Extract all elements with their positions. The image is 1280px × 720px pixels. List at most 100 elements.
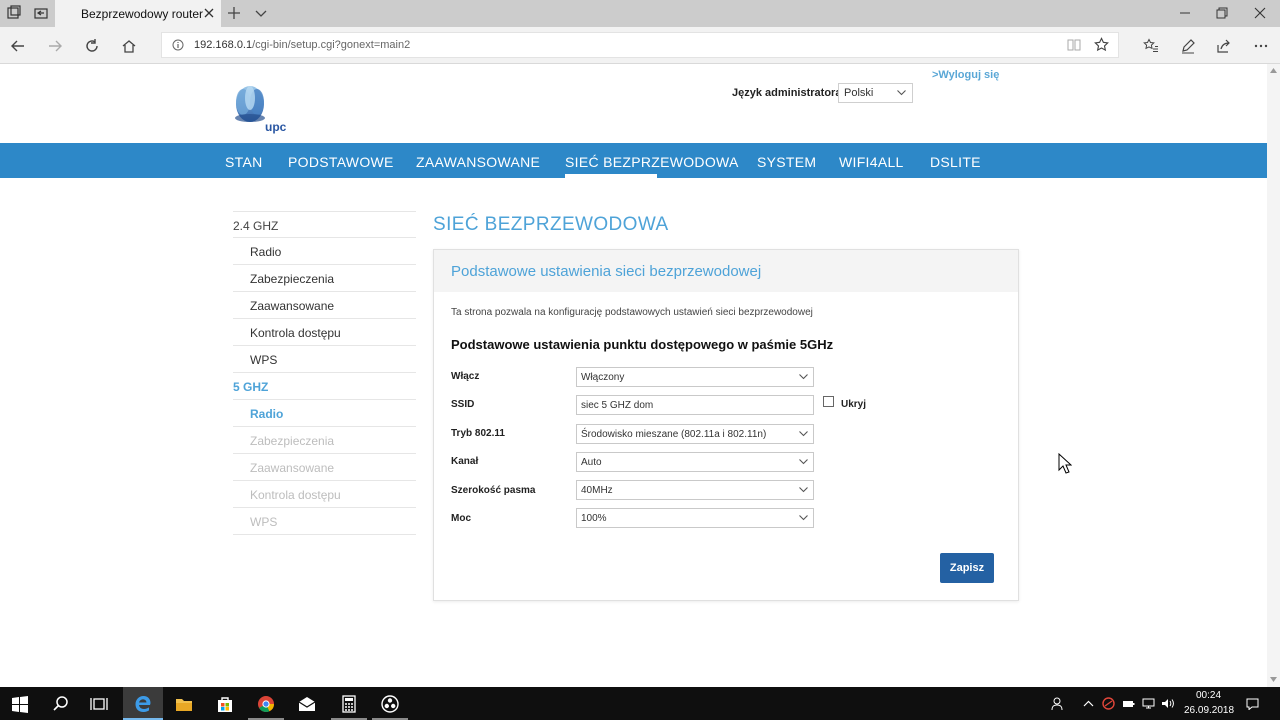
section-title: Podstawowe ustawienia punktu dostępowego… xyxy=(451,337,834,352)
sidebar-item-access-control-5[interactable]: Kontrola dostępu xyxy=(233,481,416,508)
action-center-icon[interactable] xyxy=(1246,697,1259,710)
obs-recorder-icon[interactable] xyxy=(381,695,399,713)
sidebar-item-access-control-2-4[interactable]: Kontrola dostępu xyxy=(233,319,416,346)
logo-text: upc xyxy=(265,120,287,134)
menu-item-system[interactable]: SYSTEM xyxy=(757,154,816,170)
mode-value: Środowisko mieszane (802.11a i 802.11n) xyxy=(581,429,767,440)
enable-value: Włączony xyxy=(581,372,625,383)
sidebar-item-label: Zabezpieczenia xyxy=(250,434,335,448)
store-icon[interactable] xyxy=(216,695,234,713)
forward-icon[interactable] xyxy=(47,38,63,54)
bandwidth-label: Szerokość pasma xyxy=(451,485,536,496)
sidebar-item-label: Radio xyxy=(250,407,284,421)
people-icon[interactable] xyxy=(1051,697,1064,710)
home-icon[interactable] xyxy=(121,38,137,54)
minimize-icon[interactable] xyxy=(1179,7,1191,19)
antivirus-tray-icon[interactable] xyxy=(1102,697,1115,710)
close-tab-icon[interactable] xyxy=(203,7,215,19)
power-select[interactable]: 100% xyxy=(576,508,814,528)
bandwidth-value: 40MHz xyxy=(581,485,613,496)
page-scrollbar[interactable] xyxy=(1267,64,1280,687)
ssid-input[interactable]: siec 5 GHZ dom xyxy=(576,395,814,415)
sidebar-item-wps-5[interactable]: WPS xyxy=(233,508,416,535)
volume-icon[interactable] xyxy=(1161,697,1174,710)
show-hidden-icons-icon[interactable] xyxy=(1082,697,1095,710)
pen-notes-icon[interactable] xyxy=(1180,38,1196,54)
edge-browser-icon[interactable] xyxy=(134,695,152,713)
mouse-pointer-icon xyxy=(1058,453,1072,474)
tab-router[interactable]: Bezprzewodowy router xyxy=(55,0,221,27)
chevron-down-icon[interactable] xyxy=(255,7,267,19)
enable-label: Włącz xyxy=(451,371,480,382)
scroll-down-icon[interactable] xyxy=(1270,677,1277,682)
ssid-label: SSID xyxy=(451,399,475,410)
menu-item-zaawansowane[interactable]: ZAAWANSOWANE xyxy=(416,154,540,170)
logout-link[interactable]: >Wyloguj się xyxy=(932,69,999,81)
chrome-icon[interactable] xyxy=(257,695,275,713)
bandwidth-select[interactable]: 40MHz xyxy=(576,480,814,500)
sidebar-item-label: Kontrola dostępu xyxy=(250,488,341,502)
page-title: SIEĆ BEZPRZEWODOWA xyxy=(433,214,669,235)
sidebar-item-security-5[interactable]: Zabezpieczenia xyxy=(233,427,416,454)
mode-select[interactable]: Środowisko mieszane (802.11a i 802.11n) xyxy=(576,424,814,444)
maximize-icon[interactable] xyxy=(1216,7,1228,19)
task-view-icon[interactable] xyxy=(90,695,108,713)
sidebar-item-security-2-4[interactable]: Zabezpieczenia xyxy=(233,265,416,292)
sidebar-item-radio-5[interactable]: Radio xyxy=(233,400,416,427)
search-icon[interactable] xyxy=(52,695,70,713)
save-button[interactable]: Zapisz xyxy=(940,553,994,583)
tab-actions-icon[interactable] xyxy=(6,5,22,21)
language-label: Język administratora xyxy=(732,87,842,99)
sidebar-group-5ghz[interactable]: 5 GHZ xyxy=(233,373,416,400)
network-icon[interactable] xyxy=(1142,697,1155,710)
new-tab-icon[interactable] xyxy=(227,6,241,20)
calculator-icon[interactable] xyxy=(340,695,358,713)
set-tabs-aside-icon[interactable] xyxy=(33,5,49,21)
close-window-icon[interactable] xyxy=(1254,7,1266,19)
sidebar-item-wps-2-4[interactable]: WPS xyxy=(233,346,416,373)
battery-icon[interactable] xyxy=(1122,697,1135,710)
mail-icon[interactable] xyxy=(298,695,316,713)
info-icon[interactable] xyxy=(172,39,184,51)
scroll-up-icon[interactable] xyxy=(1270,68,1277,73)
clock-date[interactable]: 26.09.2018 xyxy=(1184,705,1234,716)
url-host: 192.168.0.1 xyxy=(194,39,253,51)
sidebar-item-advanced-5[interactable]: Zaawansowane xyxy=(233,454,416,481)
url-text[interactable]: 192.168.0.1/cgi-bin/setup.cgi?gonext=mai… xyxy=(194,39,410,51)
more-options-icon[interactable] xyxy=(1253,38,1269,54)
mode-label: Tryb 802.11 xyxy=(451,428,505,439)
file-explorer-icon[interactable] xyxy=(175,695,193,713)
menu-item-wifi4all[interactable]: WIFI4ALL xyxy=(839,154,904,170)
windows-start-icon[interactable] xyxy=(11,695,29,713)
chevron-down-icon xyxy=(799,487,808,493)
reading-view-icon[interactable] xyxy=(1067,38,1081,52)
sidebar-item-label: Zaawansowane xyxy=(250,461,335,475)
favorites-hub-icon[interactable] xyxy=(1143,38,1159,54)
share-icon[interactable] xyxy=(1216,38,1232,54)
clock-time[interactable]: 00:24 xyxy=(1196,690,1221,701)
language-value: Polski xyxy=(844,87,874,99)
language-select[interactable]: Polski xyxy=(838,83,913,103)
channel-select[interactable]: Auto xyxy=(576,452,814,472)
sidebar-item-radio-2-4[interactable]: Radio xyxy=(233,238,416,265)
menu-item-podstawowe[interactable]: PODSTAWOWE xyxy=(288,154,394,170)
sidebar-item-label: Zabezpieczenia xyxy=(250,272,335,286)
sidebar-item-label: WPS xyxy=(250,515,278,529)
sidebar-group-2-4ghz[interactable]: 2.4 GHZ xyxy=(233,211,416,238)
enable-select[interactable]: Włączony xyxy=(576,367,814,387)
refresh-icon[interactable] xyxy=(84,38,100,54)
active-menu-indicator xyxy=(565,174,657,178)
address-bar[interactable]: 192.168.0.1/cgi-bin/setup.cgi?gonext=mai… xyxy=(161,32,1119,58)
menu-item-siec-bezprzewodowa[interactable]: SIEĆ BEZPRZEWODOWA xyxy=(565,154,739,170)
favorite-star-icon[interactable] xyxy=(1094,37,1109,52)
hide-ssid-checkbox[interactable] xyxy=(823,396,834,407)
chevron-down-icon xyxy=(799,374,808,380)
sidebar-item-label: Zaawansowane xyxy=(250,299,335,313)
back-icon[interactable] xyxy=(10,38,26,54)
menu-item-dslite[interactable]: DSLITE xyxy=(930,154,981,170)
browser-tab-strip: Bezprzewodowy router xyxy=(0,0,1280,27)
menu-item-stan[interactable]: STAN xyxy=(225,154,263,170)
tab-title: Bezprzewodowy router xyxy=(81,7,204,21)
url-path: /cgi-bin/setup.cgi?gonext=main2 xyxy=(252,39,411,51)
sidebar-item-advanced-2-4[interactable]: Zaawansowane xyxy=(233,292,416,319)
